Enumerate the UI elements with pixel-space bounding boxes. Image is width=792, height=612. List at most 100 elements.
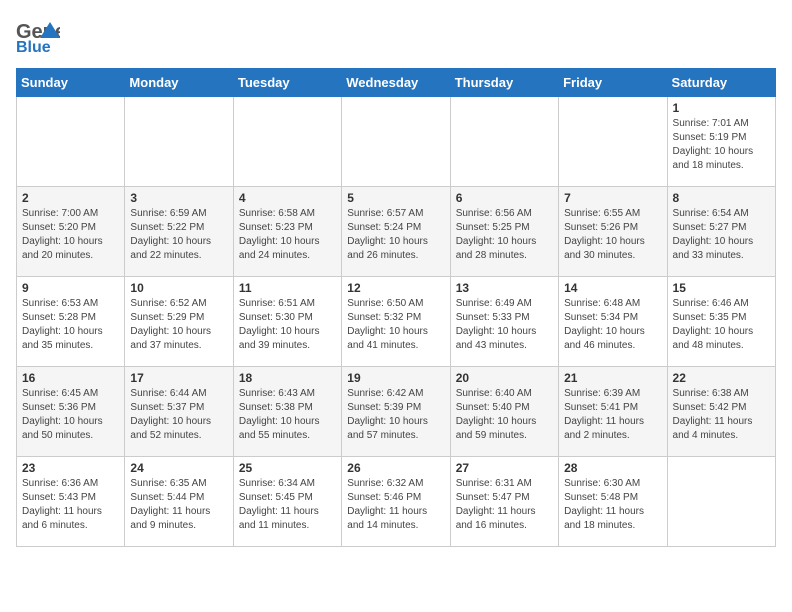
calendar-cell [342,97,450,187]
calendar-cell: 5 Sunrise: 6:57 AM Sunset: 5:24 PM Daylig… [342,187,450,277]
weekday-header: Friday [559,69,667,97]
day-number: 17 [130,371,227,385]
calendar-cell: 4 Sunrise: 6:58 AM Sunset: 5:23 PM Daylig… [233,187,341,277]
day-number: 22 [673,371,770,385]
calendar-cell [125,97,233,187]
calendar-cell: 11 Sunrise: 6:51 AM Sunset: 5:30 PM Dayli… [233,277,341,367]
calendar-cell [17,97,125,187]
calendar-cell [233,97,341,187]
day-number: 1 [673,101,770,115]
day-number: 2 [22,191,119,205]
day-number: 3 [130,191,227,205]
day-number: 27 [456,461,553,475]
calendar-header: SundayMondayTuesdayWednesdayThursdayFrid… [17,69,776,97]
calendar-cell: 15 Sunrise: 6:46 AM Sunset: 5:35 PM Dayli… [667,277,775,367]
day-info: Sunrise: 6:54 AM Sunset: 5:27 PM Dayligh… [673,207,770,263]
day-number: 23 [22,461,119,475]
day-number: 24 [130,461,227,475]
day-info: Sunrise: 6:44 AM Sunset: 5:37 PM Dayligh… [130,387,227,443]
day-info: Sunrise: 6:39 AM Sunset: 5:41 PM Dayligh… [564,387,661,443]
day-info: Sunrise: 6:42 AM Sunset: 5:39 PM Dayligh… [347,387,444,443]
day-number: 9 [22,281,119,295]
calendar-cell: 18 Sunrise: 6:43 AM Sunset: 5:38 PM Dayli… [233,367,341,457]
calendar-cell: 26 Sunrise: 6:32 AM Sunset: 5:46 PM Dayli… [342,457,450,547]
day-number: 26 [347,461,444,475]
day-info: Sunrise: 6:30 AM Sunset: 5:48 PM Dayligh… [564,477,661,533]
calendar-cell: 17 Sunrise: 6:44 AM Sunset: 5:37 PM Dayli… [125,367,233,457]
day-number: 20 [456,371,553,385]
calendar-cell: 16 Sunrise: 6:45 AM Sunset: 5:36 PM Dayli… [17,367,125,457]
weekday-header: Thursday [450,69,558,97]
calendar-cell: 23 Sunrise: 6:36 AM Sunset: 5:43 PM Dayli… [17,457,125,547]
calendar-cell: 14 Sunrise: 6:48 AM Sunset: 5:34 PM Dayli… [559,277,667,367]
day-info: Sunrise: 6:38 AM Sunset: 5:42 PM Dayligh… [673,387,770,443]
day-info: Sunrise: 6:58 AM Sunset: 5:23 PM Dayligh… [239,207,336,263]
day-number: 6 [456,191,553,205]
logo-icon: General Blue [16,16,60,56]
day-number: 15 [673,281,770,295]
calendar-cell: 12 Sunrise: 6:50 AM Sunset: 5:32 PM Dayli… [342,277,450,367]
day-info: Sunrise: 6:49 AM Sunset: 5:33 PM Dayligh… [456,297,553,353]
calendar-cell [450,97,558,187]
calendar-cell: 20 Sunrise: 6:40 AM Sunset: 5:40 PM Dayli… [450,367,558,457]
day-info: Sunrise: 6:45 AM Sunset: 5:36 PM Dayligh… [22,387,119,443]
day-info: Sunrise: 7:01 AM Sunset: 5:19 PM Dayligh… [673,117,770,173]
calendar-cell: 22 Sunrise: 6:38 AM Sunset: 5:42 PM Dayli… [667,367,775,457]
day-number: 16 [22,371,119,385]
calendar-cell: 6 Sunrise: 6:56 AM Sunset: 5:25 PM Daylig… [450,187,558,277]
calendar-cell: 9 Sunrise: 6:53 AM Sunset: 5:28 PM Daylig… [17,277,125,367]
day-number: 19 [347,371,444,385]
day-number: 7 [564,191,661,205]
logo: General Blue [16,16,60,56]
day-number: 10 [130,281,227,295]
day-info: Sunrise: 6:52 AM Sunset: 5:29 PM Dayligh… [130,297,227,353]
calendar-cell: 21 Sunrise: 6:39 AM Sunset: 5:41 PM Dayli… [559,367,667,457]
weekday-header: Sunday [17,69,125,97]
day-info: Sunrise: 6:36 AM Sunset: 5:43 PM Dayligh… [22,477,119,533]
day-info: Sunrise: 6:34 AM Sunset: 5:45 PM Dayligh… [239,477,336,533]
day-info: Sunrise: 6:48 AM Sunset: 5:34 PM Dayligh… [564,297,661,353]
day-number: 5 [347,191,444,205]
day-number: 13 [456,281,553,295]
calendar-cell [559,97,667,187]
calendar-cell: 10 Sunrise: 6:52 AM Sunset: 5:29 PM Dayli… [125,277,233,367]
weekday-header: Tuesday [233,69,341,97]
day-number: 25 [239,461,336,475]
day-info: Sunrise: 6:32 AM Sunset: 5:46 PM Dayligh… [347,477,444,533]
calendar-cell: 1 Sunrise: 7:01 AM Sunset: 5:19 PM Daylig… [667,97,775,187]
day-info: Sunrise: 6:51 AM Sunset: 5:30 PM Dayligh… [239,297,336,353]
calendar-cell: 27 Sunrise: 6:31 AM Sunset: 5:47 PM Dayli… [450,457,558,547]
day-info: Sunrise: 6:59 AM Sunset: 5:22 PM Dayligh… [130,207,227,263]
day-info: Sunrise: 6:55 AM Sunset: 5:26 PM Dayligh… [564,207,661,263]
weekday-header: Monday [125,69,233,97]
day-info: Sunrise: 6:46 AM Sunset: 5:35 PM Dayligh… [673,297,770,353]
day-info: Sunrise: 6:53 AM Sunset: 5:28 PM Dayligh… [22,297,119,353]
calendar-cell: 13 Sunrise: 6:49 AM Sunset: 5:33 PM Dayli… [450,277,558,367]
calendar-cell: 28 Sunrise: 6:30 AM Sunset: 5:48 PM Dayli… [559,457,667,547]
day-number: 21 [564,371,661,385]
svg-text:Blue: Blue [16,39,51,56]
day-info: Sunrise: 6:35 AM Sunset: 5:44 PM Dayligh… [130,477,227,533]
day-info: Sunrise: 6:43 AM Sunset: 5:38 PM Dayligh… [239,387,336,443]
calendar-table: SundayMondayTuesdayWednesdayThursdayFrid… [16,68,776,547]
weekday-header: Wednesday [342,69,450,97]
calendar-cell: 8 Sunrise: 6:54 AM Sunset: 5:27 PM Daylig… [667,187,775,277]
day-info: Sunrise: 6:50 AM Sunset: 5:32 PM Dayligh… [347,297,444,353]
calendar-cell: 2Sunrise: 7:00 AM Sunset: 5:20 PM Daylig… [17,187,125,277]
day-number: 14 [564,281,661,295]
weekday-header: Saturday [667,69,775,97]
day-number: 8 [673,191,770,205]
day-info: Sunrise: 6:56 AM Sunset: 5:25 PM Dayligh… [456,207,553,263]
day-number: 4 [239,191,336,205]
day-info: Sunrise: 6:57 AM Sunset: 5:24 PM Dayligh… [347,207,444,263]
day-info: Sunrise: 6:31 AM Sunset: 5:47 PM Dayligh… [456,477,553,533]
day-number: 28 [564,461,661,475]
day-info: Sunrise: 6:40 AM Sunset: 5:40 PM Dayligh… [456,387,553,443]
day-number: 12 [347,281,444,295]
calendar-cell: 25 Sunrise: 6:34 AM Sunset: 5:45 PM Dayli… [233,457,341,547]
calendar-cell: 3 Sunrise: 6:59 AM Sunset: 5:22 PM Daylig… [125,187,233,277]
calendar-cell: 19 Sunrise: 6:42 AM Sunset: 5:39 PM Dayli… [342,367,450,457]
calendar-cell: 24 Sunrise: 6:35 AM Sunset: 5:44 PM Dayli… [125,457,233,547]
day-number: 18 [239,371,336,385]
day-number: 11 [239,281,336,295]
